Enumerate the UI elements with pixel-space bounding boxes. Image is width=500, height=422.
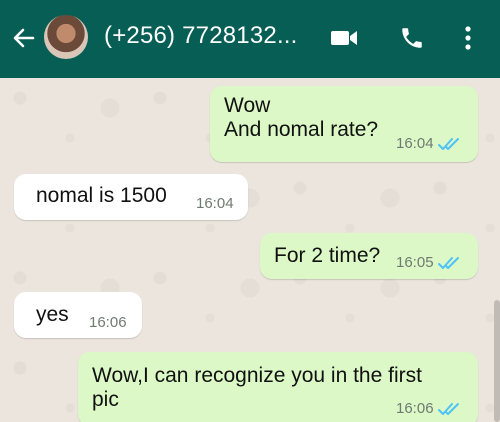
message-text: yes — [36, 303, 69, 326]
read-ticks-icon — [437, 402, 460, 416]
message-time: 16:04 — [396, 135, 434, 152]
avatar[interactable] — [44, 15, 88, 59]
read-ticks-icon — [437, 256, 460, 270]
video-call-icon — [331, 31, 357, 45]
more-options-button[interactable] — [450, 20, 486, 56]
chat-area[interactable]: Wow And nomal rate? 16:04 nomal is 1500 … — [0, 78, 500, 422]
more-options-icon — [465, 26, 471, 50]
scrollbar[interactable] — [494, 300, 500, 422]
message-text: Wow,I can recognize you in the first pic — [92, 364, 422, 411]
message-bubble-incoming[interactable]: yes 16:06 — [14, 292, 142, 338]
contact-name[interactable]: (+256) 7728132... — [104, 22, 298, 50]
message-time: 16:04 — [196, 195, 234, 212]
back-arrow-icon — [13, 28, 35, 48]
message-meta: 16:05 — [396, 254, 460, 271]
message-meta: 16:04 — [396, 135, 460, 152]
message-bubble-outgoing[interactable]: Wow,I can recognize you in the first pic… — [78, 352, 478, 422]
message-bubble-outgoing[interactable]: For 2 time? 16:05 — [260, 233, 478, 279]
read-ticks-icon — [437, 137, 460, 151]
message-text: Wow And nomal rate? — [224, 94, 379, 141]
message-bubble-incoming[interactable]: nomal is 1500 16:04 — [14, 174, 248, 220]
message-bubble-outgoing[interactable]: Wow And nomal rate? 16:04 — [210, 86, 478, 162]
message-time: 16:06 — [396, 400, 434, 417]
message-meta: 16:06 — [396, 400, 460, 417]
message-text: For 2 time? — [274, 244, 381, 267]
video-call-button[interactable] — [326, 20, 362, 56]
voice-call-button[interactable] — [394, 20, 430, 56]
chat-header: (+256) 7728132... — [0, 0, 500, 78]
message-text: nomal is 1500 — [36, 184, 167, 207]
message-time: 16:06 — [89, 314, 127, 331]
message-time: 16:05 — [396, 254, 434, 271]
voice-call-icon — [402, 28, 422, 48]
back-button[interactable] — [6, 20, 42, 56]
